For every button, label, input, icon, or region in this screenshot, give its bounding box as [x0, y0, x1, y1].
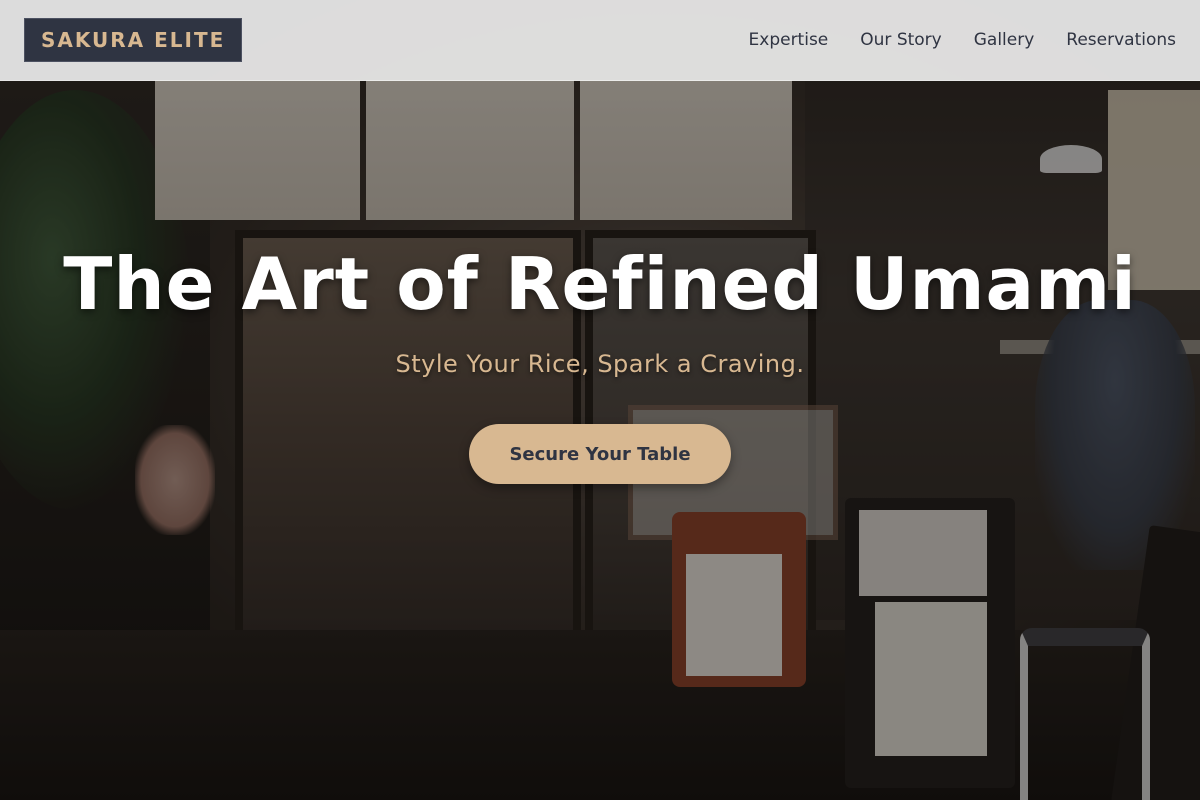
hero-subtitle: Style Your Rice, Spark a Craving.: [395, 350, 805, 378]
secure-table-button[interactable]: Secure Your Table: [469, 424, 731, 484]
nav-link-reservations[interactable]: Reservations: [1066, 30, 1176, 50]
site-header: SAKURA ELITE Expertise Our Story Gallery…: [0, 0, 1200, 81]
main-nav: Expertise Our Story Gallery Reservations: [749, 0, 1176, 80]
nav-link-gallery[interactable]: Gallery: [974, 30, 1035, 50]
nav-link-our-story[interactable]: Our Story: [860, 30, 941, 50]
hero-section: The Art of Refined Umami Style Your Rice…: [0, 248, 1200, 484]
page: SAKURA ELITE Expertise Our Story Gallery…: [0, 0, 1200, 800]
brand-logo[interactable]: SAKURA ELITE: [24, 18, 243, 62]
nav-link-expertise[interactable]: Expertise: [749, 30, 829, 50]
hero-title: The Art of Refined Umami: [63, 242, 1137, 326]
